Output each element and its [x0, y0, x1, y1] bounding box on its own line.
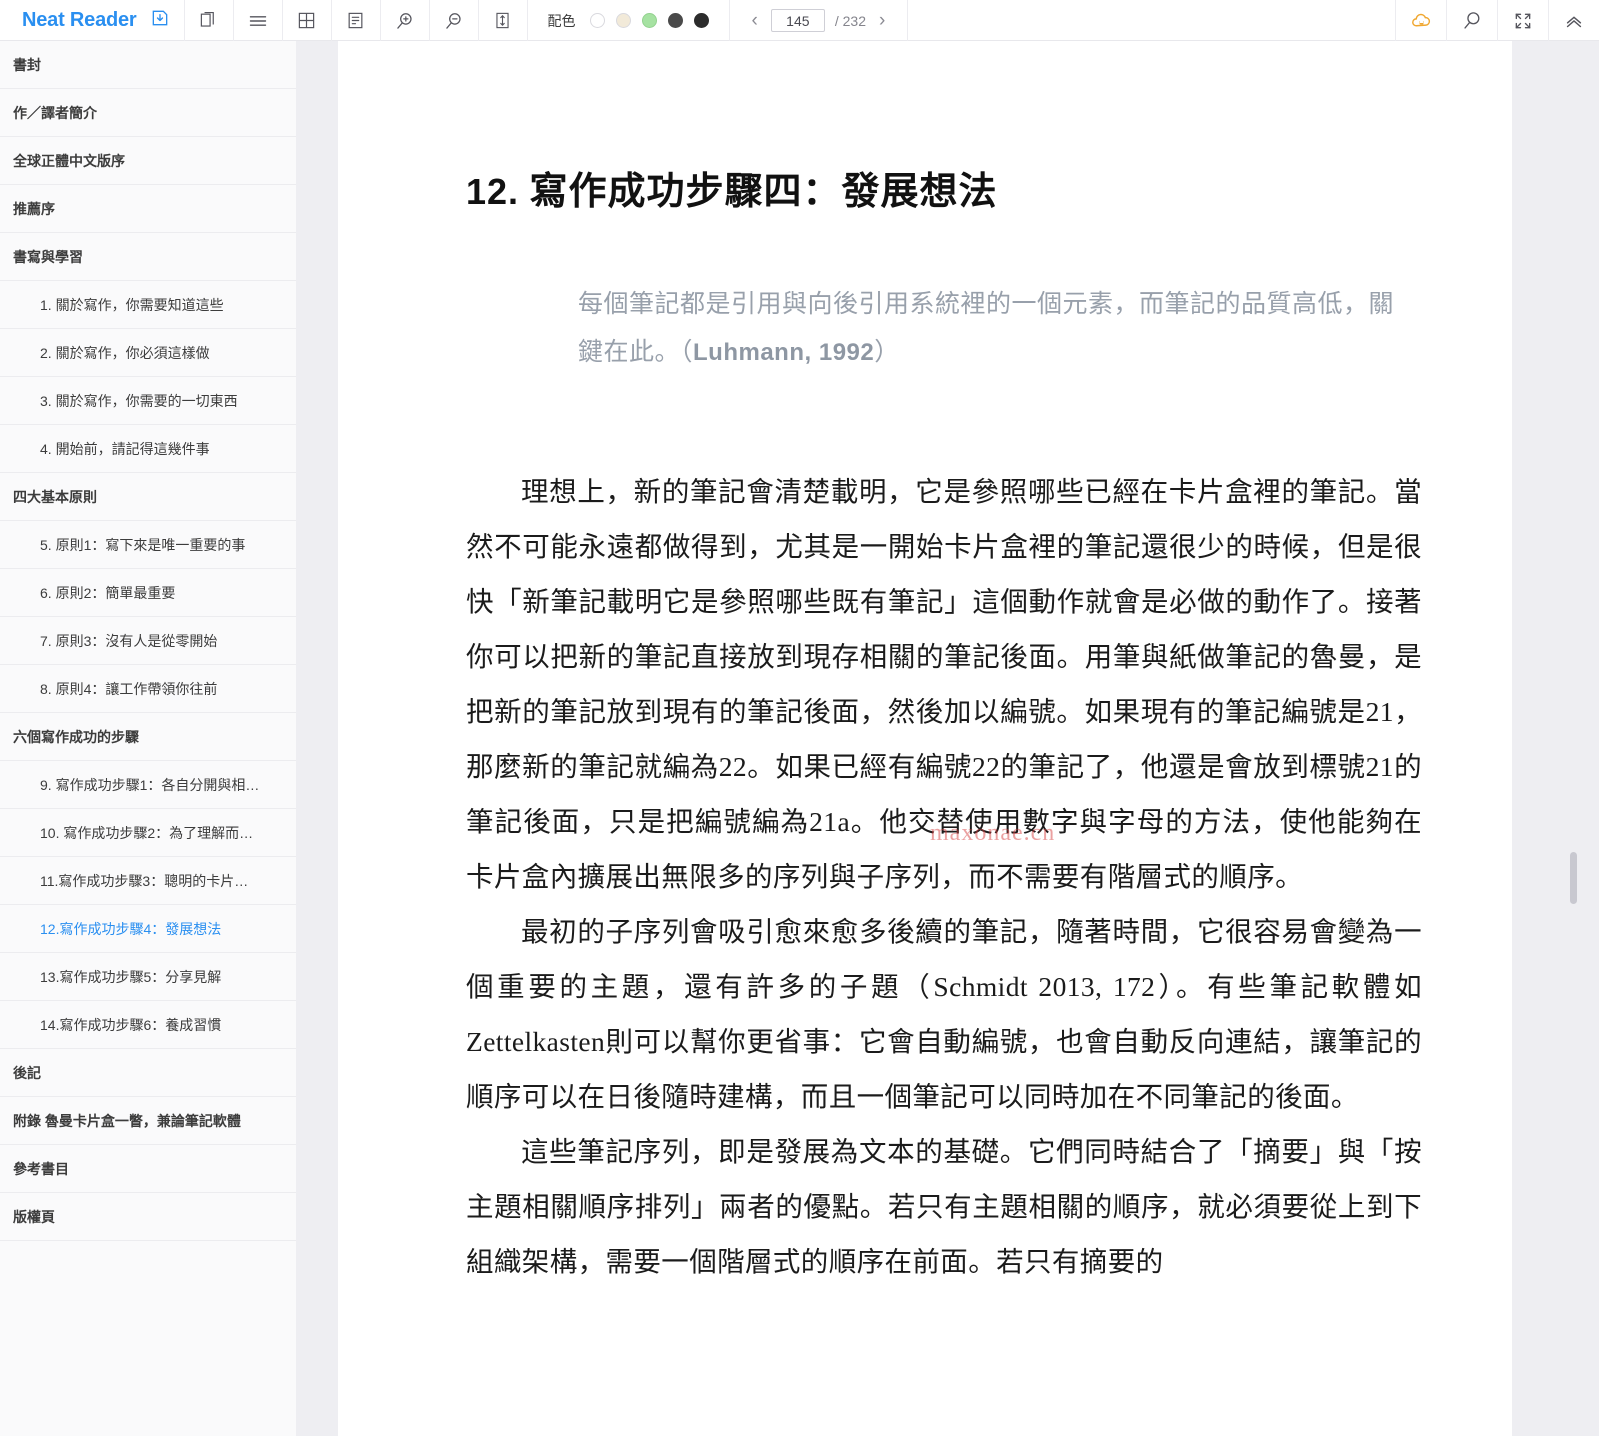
line-height-icon[interactable] — [479, 0, 528, 41]
sidebar-item-label: 3. 關於寫作，你需要的一切東西 — [40, 392, 238, 409]
left-page-gutter — [296, 41, 338, 1436]
sidebar-item[interactable]: 6. 原則2：簡單最重要 — [0, 569, 296, 617]
sidebar-item[interactable]: 9. 寫作成功步驟1：各自分開與相… — [0, 761, 296, 809]
cloud-sync-icon[interactable] — [1395, 0, 1446, 41]
sidebar-item-label: 六個寫作成功的步驟 — [13, 728, 139, 745]
sidebar-item[interactable]: 作／譯者簡介 — [0, 89, 296, 137]
sidebar-item-label: 附錄 魯曼卡片盒一瞥，兼論筆記軟體 — [13, 1112, 241, 1129]
page-number-input[interactable] — [770, 9, 825, 32]
sidebar-item[interactable]: 4. 開始前，請記得這幾件事 — [0, 425, 296, 473]
sidebar-item-label: 4. 開始前，請記得這幾件事 — [40, 440, 210, 457]
sidebar-item-label: 推薦序 — [13, 200, 55, 217]
page-total-label: / 232 — [834, 12, 866, 29]
sidebar-item-label: 全球正體中文版序 — [13, 152, 125, 169]
sidebar-item[interactable]: 參考書目 — [0, 1145, 296, 1193]
toc-list-icon[interactable] — [234, 0, 283, 41]
sidebar-item-label: 13.寫作成功步驟5：分享見解 — [40, 968, 222, 985]
search-icon[interactable] — [1446, 0, 1497, 41]
sidebar-item-label: 11.寫作成功步驟3：聰明的卡片… — [40, 872, 249, 889]
sidebar-item-label: 10. 寫作成功步驟2：為了理解而… — [40, 824, 254, 841]
sidebar-item-label: 參考書目 — [13, 1160, 69, 1177]
sidebar-item[interactable]: 7. 原則3：沒有人是從零開始 — [0, 617, 296, 665]
brand-group: Neat Reader — [0, 0, 185, 41]
sidebar-item-label: 9. 寫作成功步驟1：各自分開與相… — [40, 776, 260, 793]
sidebar-item[interactable]: 書封 — [0, 41, 296, 89]
sidebar-item[interactable]: 附錄 魯曼卡片盒一瞥，兼論筆記軟體 — [0, 1097, 296, 1145]
sidebar-item-label: 書寫與學習 — [13, 248, 83, 265]
zoom-out-icon[interactable] — [430, 0, 479, 41]
sidebar-item-label: 6. 原則2：簡單最重要 — [40, 584, 176, 601]
sidebar-item[interactable]: 六個寫作成功的步驟 — [0, 713, 296, 761]
chapter-title-text: 寫作成功步驟四：發展想法 — [529, 171, 998, 213]
sidebar-item[interactable]: 版權頁 — [0, 1193, 296, 1241]
sidebar-item[interactable]: 13.寫作成功步驟5：分享見解 — [0, 953, 296, 1001]
swatch-sepia[interactable] — [615, 13, 631, 28]
sidebar-item-label: 1. 關於寫作，你需要知道這些 — [40, 296, 224, 313]
collapse-toolbar-icon[interactable] — [1548, 0, 1599, 41]
two-page-view-icon[interactable] — [185, 0, 234, 41]
zoom-in-icon[interactable] — [381, 0, 430, 41]
sidebar-item[interactable]: 四大基本原則 — [0, 473, 296, 521]
color-scheme-label: 配色 — [547, 12, 576, 29]
swatch-white[interactable] — [589, 13, 605, 28]
app-brand-name: Neat Reader — [22, 9, 137, 31]
swatch-black[interactable] — [693, 13, 709, 28]
sidebar-item[interactable]: 2. 關於寫作，你必須這樣做 — [0, 329, 296, 377]
top-toolbar: Neat Reader 配色 ‹ 145 / 232 › — [0, 0, 1599, 41]
table-of-contents-sidebar[interactable]: 書封作／譯者簡介全球正體中文版序 推薦序書寫與學習 1. 關於寫作，你需要知道這些 2… — [0, 41, 296, 1436]
body-paragraph: 最初的子序列會吸引愈來愈多後續的筆記，隨著時間，它很容易會變為一個重要的主題，還… — [466, 916, 1422, 1112]
right-page-gutter — [1512, 41, 1599, 1436]
sidebar-item[interactable]: 8. 原則4：讓工作帶領你往前 — [0, 665, 296, 713]
body-paragraph: 這些筆記序列，即是發展為文本的基礎。它們同時結合了「摘要」與「按主題相關順序排列… — [466, 1136, 1422, 1277]
fullscreen-icon[interactable] — [1497, 0, 1548, 41]
sidebar-item-label: 14.寫作成功步驟6：養成習慣 — [40, 1016, 222, 1033]
chapter-number: 12. — [466, 171, 520, 212]
epigraph-citation: Luhmann, 1992 — [693, 339, 875, 367]
sidebar-item[interactable]: 12.寫作成功步驟4：發展想法 — [0, 905, 296, 953]
epigraph-tail: ） — [874, 339, 900, 367]
sidebar-item[interactable]: 14.寫作成功步驟6：養成習慣 — [0, 1001, 296, 1049]
epigraph-quote: 每個筆記都是引用與向後引用系統裡的一個元素，而筆記的品質高低，關鍵在此。（Luh… — [578, 281, 1402, 379]
sidebar-item-label: 8. 原則4：讓工作帶領你往前 — [40, 680, 218, 697]
swatch-green[interactable] — [641, 13, 657, 28]
next-page-button[interactable]: › — [876, 11, 888, 30]
page-title: 12. 寫作成功步驟四：發展想法 — [466, 169, 1422, 217]
sidebar-item[interactable]: 1. 關於寫作，你需要知道這些 — [0, 281, 296, 329]
swatch-gray[interactable] — [667, 13, 683, 28]
sidebar-item[interactable]: 5. 原則1：寫下來是唯一重要的事 — [0, 521, 296, 569]
pager-group: ‹ / 232 › — [730, 0, 909, 41]
note-panel-icon[interactable] — [332, 0, 381, 41]
sidebar-item-label: 5. 原則1：寫下來是唯一重要的事 — [40, 536, 246, 553]
reader-page: 12. 寫作成功步驟四：發展想法 每個筆記都是引用與向後引用系統裡的一個元素，而… — [338, 41, 1512, 1436]
vertical-scrollbar-thumb[interactable] — [1570, 852, 1577, 904]
sidebar-item[interactable]: 推薦序 — [0, 185, 296, 233]
sidebar-item-label: 版權頁 — [13, 1208, 55, 1225]
sidebar-item-label: 書封 — [13, 56, 41, 73]
sidebar-item[interactable]: 11.寫作成功步驟3：聰明的卡片… — [0, 857, 296, 905]
sidebar-item[interactable]: 後記 — [0, 1049, 296, 1097]
sidebar-item-label: 四大基本原則 — [13, 488, 97, 505]
sidebar-item-label: 7. 原則3：沒有人是從零開始 — [40, 632, 218, 649]
sidebar-item-label: 2. 關於寫作，你必須這樣做 — [40, 344, 210, 361]
sidebar-item-label: 12.寫作成功步驟4：發展想法 — [40, 920, 222, 937]
sidebar-item-label: 作／譯者簡介 — [13, 104, 97, 121]
grid-view-icon[interactable] — [283, 0, 332, 41]
color-scheme-group: 配色 — [528, 0, 730, 41]
page-content: 12. 寫作成功步驟四：發展想法 每個筆記都是引用與向後引用系統裡的一個元素，而… — [338, 169, 1512, 1289]
sidebar-item-label: 後記 — [13, 1064, 41, 1081]
sidebar-item[interactable]: 全球正體中文版序 — [0, 137, 296, 185]
body-paragraph: 理想上，新的筆記會清楚載明，它是參照哪些已經在卡片盒裡的筆記。當然不可能永遠都做… — [466, 476, 1422, 892]
prev-page-button[interactable]: ‹ — [749, 11, 761, 30]
save-book-icon[interactable] — [150, 8, 170, 33]
sidebar-item[interactable]: 3. 關於寫作，你需要的一切東西 — [0, 377, 296, 425]
sidebar-item[interactable]: 10. 寫作成功步驟2：為了理解而… — [0, 809, 296, 857]
sidebar-item[interactable]: 書寫與學習 — [0, 233, 296, 281]
